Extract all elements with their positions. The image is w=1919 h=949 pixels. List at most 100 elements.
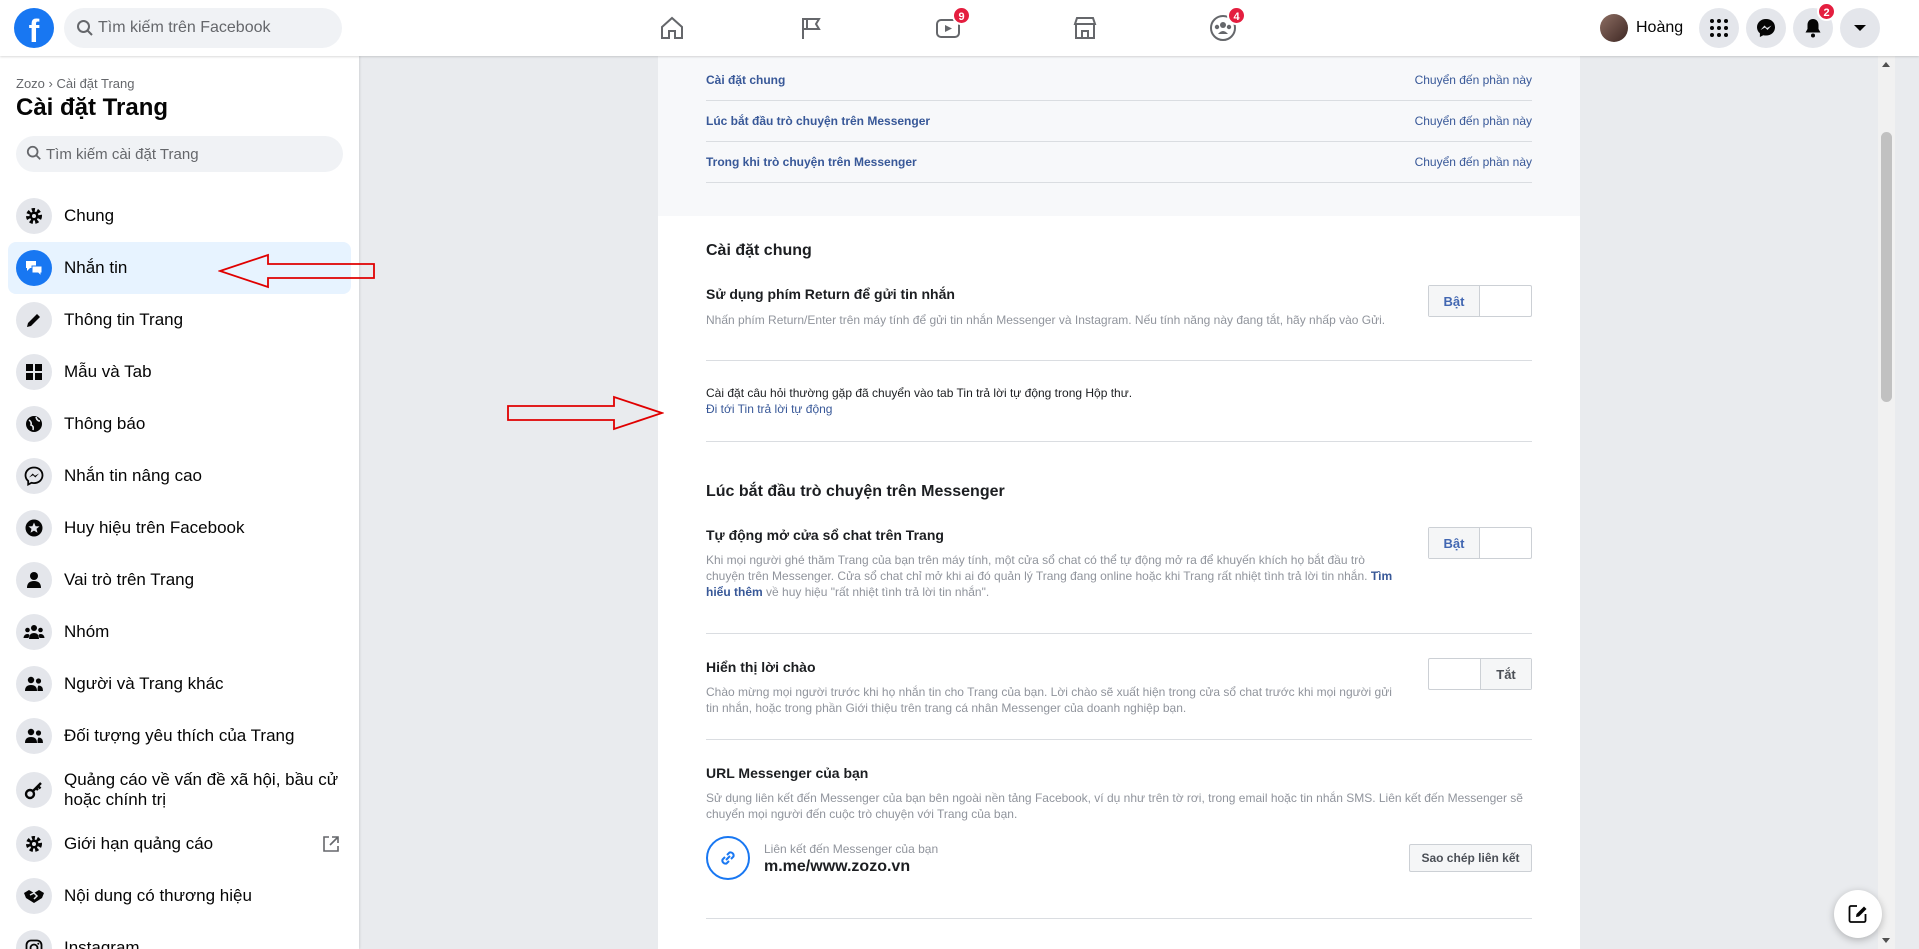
toc-label[interactable]: Lúc bắt đầu trò chuyện trên Messenger <box>706 114 930 128</box>
external-link-icon <box>323 836 339 852</box>
sidebar-item-label: Nhắn tin <box>64 258 128 277</box>
account-menu-button[interactable] <box>1840 8 1880 48</box>
search-icon <box>26 145 41 160</box>
sidebar-item-facebook-badges[interactable]: Huy hiệu trên Facebook <box>8 502 351 554</box>
sidebar-item-label: Người và Trang khác <box>64 674 224 693</box>
toggle-empty-half[interactable] <box>1429 659 1480 689</box>
divider <box>706 360 1532 361</box>
divider <box>706 918 1532 919</box>
notifications-badge: 2 <box>1817 2 1836 21</box>
facebook-logo[interactable]: f <box>14 8 54 48</box>
avatar <box>1600 14 1628 42</box>
auto-open-chat-desc: Khi mọi người ghé thăm Trang của bạn trê… <box>706 552 1396 600</box>
instagram-icon <box>16 930 52 949</box>
grid-icon <box>16 354 52 390</box>
toc-row-start-conversation[interactable]: Lúc bắt đầu trò chuyện trên Messenger Ch… <box>706 101 1532 142</box>
auto-reply-link[interactable]: Đi tới Tin trả lời tự động <box>706 402 832 416</box>
sidebar-item-general[interactable]: Chung <box>8 190 351 242</box>
bell-icon <box>1805 19 1821 38</box>
marketplace-icon[interactable] <box>1055 8 1115 48</box>
facebook-search-input[interactable] <box>98 8 334 48</box>
toggle-on-label[interactable]: Bật <box>1429 286 1480 316</box>
divider <box>706 739 1532 740</box>
jump-to-section-link[interactable]: Chuyển đến phần này <box>1415 73 1532 87</box>
toc-row-general[interactable]: Cài đặt chung Chuyển đến phần này <box>706 60 1532 101</box>
people-icon <box>16 666 52 702</box>
return-key-toggle[interactable]: Bật <box>1428 285 1532 317</box>
copy-link-button[interactable]: Sao chép liên kết <box>1409 844 1532 872</box>
handshake-icon <box>16 878 52 914</box>
toggle-empty-half[interactable] <box>1480 286 1531 316</box>
sidebar-item-page-roles[interactable]: Vai trò trên Trang <box>8 554 351 606</box>
settings-search[interactable] <box>16 136 343 172</box>
pencil-icon <box>16 302 52 338</box>
chat-bubbles-icon <box>16 250 52 286</box>
globe-icon <box>16 406 52 442</box>
page-title: Cài đặt Trang <box>16 94 169 121</box>
jump-to-section-link[interactable]: Chuyển đến phần này <box>1415 114 1532 128</box>
sidebar-item-label: Thông báo <box>64 414 146 433</box>
sidebar-item-ad-limits[interactable]: Giới hạn quảng cáo <box>8 818 351 870</box>
settings-menu: Chung Nhắn tin Thông tin Trang Mẫu và Ta… <box>8 190 351 949</box>
notifications-button[interactable]: 2 <box>1793 2 1836 48</box>
sidebar-item-preferred-audience[interactable]: Đối tượng yêu thích của Trang <box>8 710 351 762</box>
facebook-search[interactable] <box>64 8 342 48</box>
sidebar-item-label: Đối tượng yêu thích của Trang <box>64 726 295 745</box>
sidebar-item-templates-tabs[interactable]: Mẫu và Tab <box>8 346 351 398</box>
section-title-start-conversation: Lúc bắt đầu trò chuyện trên Messenger <box>706 483 1005 500</box>
return-key-setting-title: Sử dụng phím Return để gửi tin nhắn <box>706 286 955 302</box>
sidebar-item-label: Nhóm <box>64 622 110 641</box>
caret-down-icon <box>1854 25 1866 31</box>
sidebar-item-advanced-messaging[interactable]: Nhắn tin nâng cao <box>8 450 351 502</box>
sidebar-item-page-info[interactable]: Thông tin Trang <box>8 294 351 346</box>
menu-grid-button[interactable] <box>1699 8 1739 48</box>
breadcrumb[interactable]: Zozo › Cài đặt Trang <box>16 76 135 91</box>
people-icon <box>16 718 52 754</box>
toggle-on-label[interactable]: Bật <box>1429 528 1480 558</box>
profile-chip[interactable]: Hoàng <box>1596 8 1691 48</box>
scroll-down-arrow[interactable] <box>1882 938 1890 943</box>
page-scrollbar[interactable] <box>1878 56 1895 949</box>
sidebar-item-label: Quảng cáo về vấn đề xã hội, bầu cử hoặc … <box>64 770 339 809</box>
profile-name: Hoàng <box>1636 19 1684 36</box>
auto-open-chat-toggle[interactable]: Bật <box>1428 527 1532 559</box>
sidebar-item-political-ads[interactable]: Quảng cáo về vấn đề xã hội, bầu cử hoặc … <box>8 762 351 818</box>
messenger-url-title: URL Messenger của bạn <box>706 765 869 781</box>
sidebar-item-label: Nhắn tin nâng cao <box>64 466 202 485</box>
auto-open-chat-title: Tự động mở cửa sổ chat trên Trang <box>706 527 944 543</box>
sidebar-item-label: Vai trò trên Trang <box>64 570 195 589</box>
new-message-button[interactable] <box>1834 890 1882 938</box>
pages-flag-icon[interactable] <box>781 8 841 48</box>
watch-icon[interactable]: 9 <box>918 6 978 48</box>
groups-badge: 4 <box>1227 6 1246 25</box>
home-icon[interactable] <box>642 8 702 48</box>
toggle-off-label[interactable]: Tắt <box>1480 659 1531 689</box>
toc-row-during-conversation[interactable]: Trong khi trò chuyện trên Messenger Chuy… <box>706 142 1532 183</box>
settings-search-input[interactable] <box>46 136 336 172</box>
annotation-arrow-right <box>507 395 664 431</box>
top-navigation-bar: f 9 4 Hoàng 2 <box>0 0 1919 56</box>
messenger-button[interactable] <box>1746 8 1786 48</box>
annotation-arrow-left <box>218 253 375 289</box>
key-icon <box>16 772 52 808</box>
sidebar-item-people-other-pages[interactable]: Người và Trang khác <box>8 658 351 710</box>
settings-sidebar: Zozo › Cài đặt Trang Cài đặt Trang Chung… <box>0 56 359 949</box>
search-icon <box>77 20 93 36</box>
auto-open-chat-desc-text: Khi mọi người ghé thăm Trang của bạn trê… <box>706 553 1368 583</box>
scroll-thumb[interactable] <box>1881 132 1892 402</box>
scroll-up-arrow[interactable] <box>1882 62 1890 67</box>
groups-icon[interactable]: 4 <box>1193 6 1253 48</box>
sidebar-item-groups[interactable]: Nhóm <box>8 606 351 658</box>
sidebar-item-label: Thông tin Trang <box>64 310 184 329</box>
toc-label[interactable]: Cài đặt chung <box>706 73 785 87</box>
sidebar-item-notifications[interactable]: Thông báo <box>8 398 351 450</box>
sidebar-item-instagram[interactable]: Instagram <box>8 922 351 949</box>
greeting-toggle[interactable]: Tắt <box>1428 658 1532 690</box>
toggle-empty-half[interactable] <box>1480 528 1531 558</box>
sidebar-item-branded-content[interactable]: Nội dung có thương hiệu <box>8 870 351 922</box>
greeting-title: Hiển thị lời chào <box>706 659 816 675</box>
jump-to-section-link[interactable]: Chuyển đến phần này <box>1415 155 1532 169</box>
group-icon <box>16 614 52 650</box>
toc-label[interactable]: Trong khi trò chuyện trên Messenger <box>706 155 917 169</box>
divider <box>706 633 1532 634</box>
